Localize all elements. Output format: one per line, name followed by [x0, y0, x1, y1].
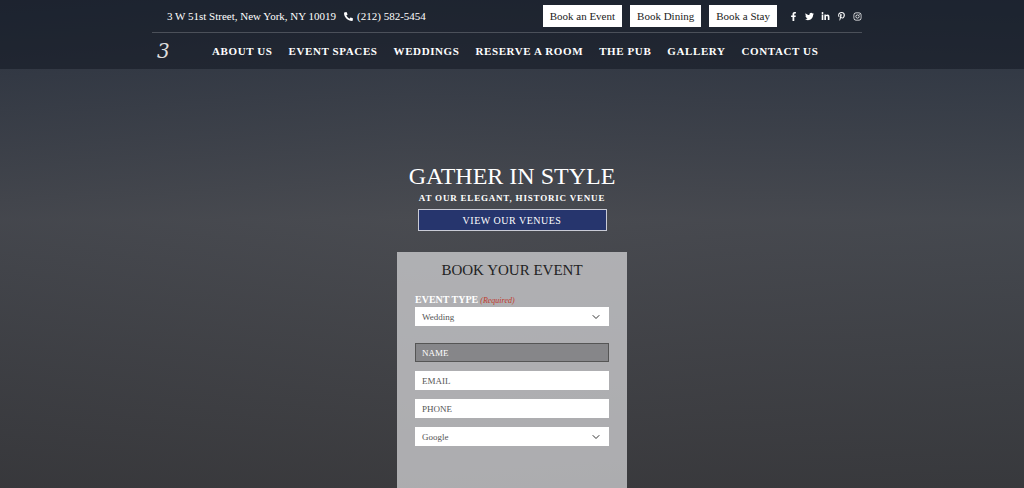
- social-links: [789, 12, 862, 21]
- text-field[interactable]: EMAIL: [415, 371, 609, 390]
- address: 3 W 51st Street, New York, NY 10019(212)…: [167, 10, 426, 22]
- twitter-icon[interactable]: [805, 12, 814, 21]
- phone-icon: [344, 12, 353, 21]
- nav-item[interactable]: RESERVE A ROOM: [475, 45, 583, 57]
- select-field[interactable]: Wedding: [415, 307, 609, 326]
- instagram-icon[interactable]: [853, 12, 862, 21]
- top-bar: 3 W 51st Street, New York, NY 10019(212)…: [152, 0, 862, 33]
- phone[interactable]: (212) 582-5454: [344, 10, 426, 22]
- facebook-icon[interactable]: [789, 12, 798, 21]
- nav-item[interactable]: GALLERY: [667, 45, 725, 57]
- nav-item[interactable]: WEDDINGS: [394, 45, 460, 57]
- hero: GATHER IN STYLE AT OUR ELEGANT, HISTORIC …: [0, 69, 1024, 488]
- booking-form: BOOK YOUR EVENT EVENT TYPE(Required) Weddi…: [397, 252, 627, 488]
- chevron-down-icon: [590, 311, 602, 323]
- hero-subtitle: AT OUR ELEGANT, HISTORIC VENUE: [419, 193, 605, 203]
- hero-title: GATHER IN STYLE: [409, 162, 616, 190]
- logo[interactable]: 3: [157, 39, 212, 63]
- event-type-label: EVENT TYPE(Required): [415, 294, 609, 305]
- text-field[interactable]: PHONE: [415, 399, 609, 418]
- page: 3 W 51st Street, New York, NY 10019(212)…: [0, 0, 1024, 488]
- nav-item[interactable]: THE PUB: [599, 45, 651, 57]
- pinterest-icon[interactable]: [837, 12, 846, 21]
- booking-button[interactable]: Book Dining: [630, 5, 701, 27]
- required-note: (Required): [480, 296, 514, 305]
- form-title: BOOK YOUR EVENT: [415, 260, 609, 280]
- booking-button[interactable]: Book an Event: [543, 5, 622, 27]
- text-field[interactable]: NAME: [415, 343, 609, 362]
- nav-bar: 3ABOUT US EVENT SPACES WEDDINGS RESERVE A R…: [152, 33, 862, 69]
- nav-item[interactable]: ABOUT US: [212, 45, 273, 57]
- nav-item[interactable]: CONTACT US: [742, 45, 819, 57]
- select-field[interactable]: Google: [415, 427, 609, 446]
- header: 3 W 51st Street, New York, NY 10019(212)…: [0, 0, 1024, 69]
- venues-button[interactable]: VIEW OUR VENUES: [418, 209, 607, 231]
- chevron-down-icon: [590, 431, 602, 443]
- nav-item[interactable]: EVENT SPACES: [289, 45, 378, 57]
- linkedin-icon[interactable]: [821, 12, 830, 21]
- booking-button[interactable]: Book a Stay: [709, 5, 777, 27]
